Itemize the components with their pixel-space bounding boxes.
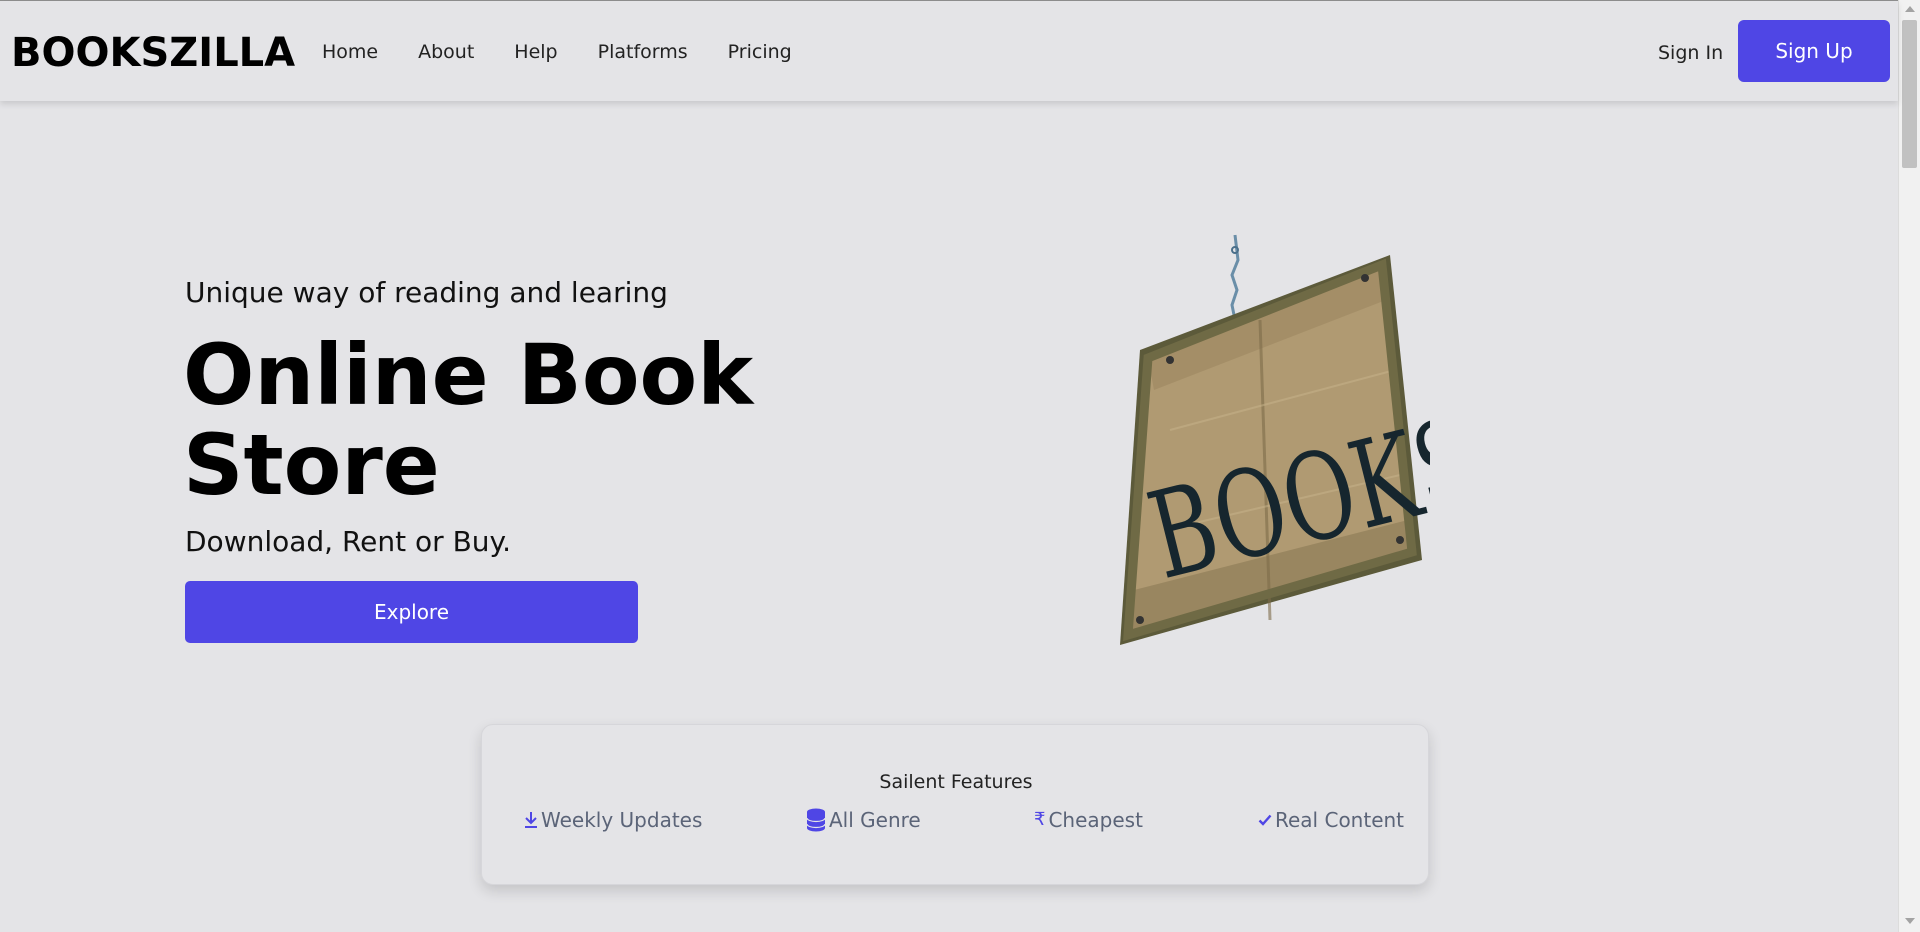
- feature-real-content: Real Content: [1258, 807, 1404, 833]
- feature-label: Real Content: [1275, 808, 1405, 832]
- features-card: Sailent Features Weekly Updates All Genr…: [481, 724, 1429, 885]
- feature-label: Cheapest: [1048, 808, 1143, 832]
- download-icon: [524, 811, 538, 829]
- nav-link-help[interactable]: Help: [514, 38, 557, 66]
- nav-links: Home About Help Platforms Pricing: [322, 38, 832, 66]
- rupee-icon: ₹: [1034, 809, 1046, 830]
- feature-cheapest: ₹ Cheapest: [1034, 807, 1143, 833]
- hero-title: Online Book Store: [183, 326, 754, 514]
- feature-label: Weekly Updates: [541, 808, 703, 832]
- features-title: Sailent Features: [879, 771, 1033, 793]
- feature-all-genre: All Genre: [806, 807, 921, 833]
- feature-label: All Genre: [829, 808, 921, 832]
- sign-up-button[interactable]: Sign Up: [1738, 20, 1890, 82]
- brand-logo[interactable]: BOOKSZILLA: [11, 27, 295, 79]
- hero-subtitle: Download, Rent or Buy.: [185, 525, 512, 558]
- nav-link-pricing[interactable]: Pricing: [728, 38, 792, 66]
- scroll-down-arrow-icon[interactable]: [1905, 918, 1915, 924]
- feature-weekly-updates: Weekly Updates: [524, 807, 702, 833]
- nav-link-home[interactable]: Home: [322, 38, 378, 66]
- nav-link-platforms[interactable]: Platforms: [598, 38, 688, 66]
- vertical-scrollbar[interactable]: [1898, 0, 1920, 932]
- database-icon: [806, 808, 826, 832]
- navbar: BOOKSZILLA Home About Help Platforms Pri…: [0, 1, 1898, 101]
- check-icon: [1258, 813, 1272, 827]
- books-sign-image: BOOKS: [1110, 230, 1491, 650]
- explore-button[interactable]: Explore: [185, 581, 638, 643]
- hero-tagline: Unique way of reading and learing: [185, 276, 668, 309]
- scrollbar-thumb[interactable]: [1902, 20, 1917, 168]
- nav-link-about[interactable]: About: [418, 38, 474, 66]
- sign-in-link[interactable]: Sign In: [1658, 39, 1723, 67]
- scroll-up-arrow-icon[interactable]: [1905, 6, 1915, 12]
